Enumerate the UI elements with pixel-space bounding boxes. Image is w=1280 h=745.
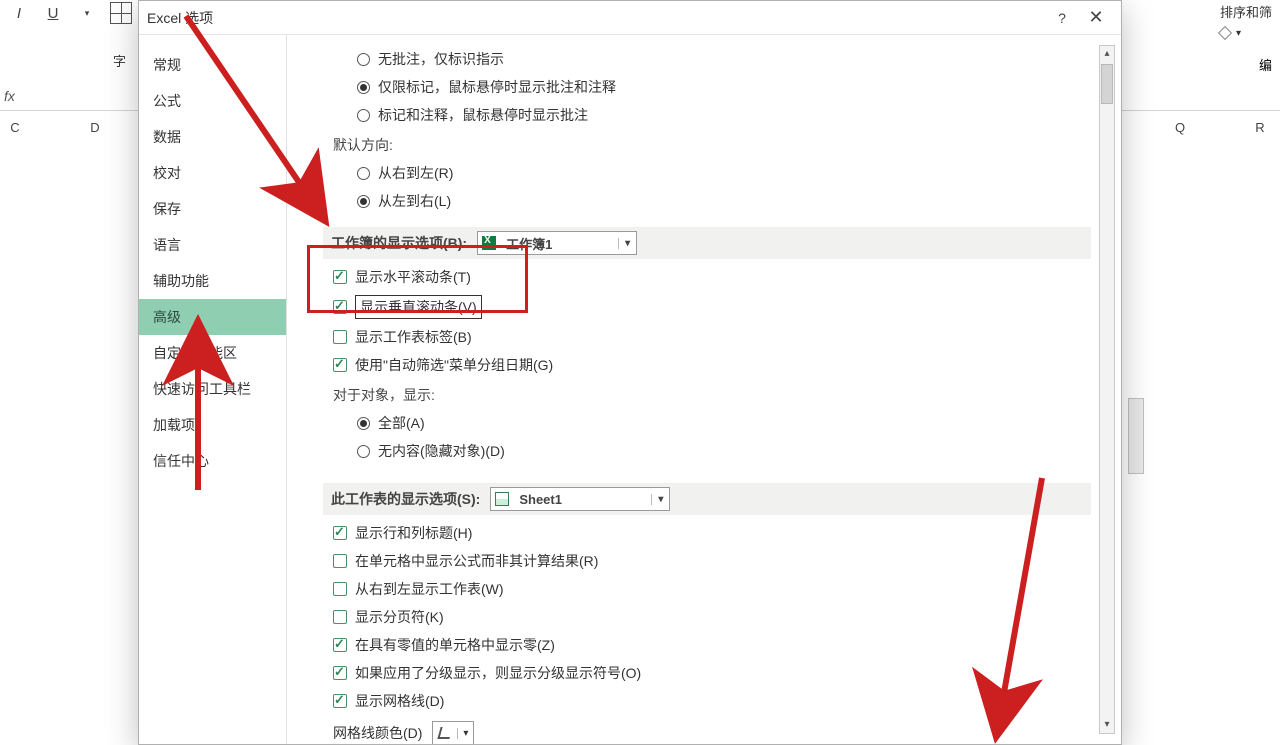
scroll-thumb[interactable] — [1101, 64, 1113, 104]
sidebar-item-data[interactable]: 数据 — [139, 119, 286, 155]
radio-label: 全部(A) — [378, 413, 425, 433]
worksheet-scrollbar-thumb[interactable] — [1128, 398, 1144, 474]
chk-label: 显示水平滚动条(T) — [355, 267, 471, 287]
radio-comments-and-indicators[interactable] — [357, 109, 370, 122]
font-group-label: 字 — [113, 51, 126, 70]
sidebar-item-general[interactable]: 常规 — [139, 47, 286, 83]
sidebar-item-save[interactable]: 保存 — [139, 191, 286, 227]
sidebar-item-advanced[interactable]: 高级 — [139, 299, 286, 335]
close-button[interactable]: ✕ — [1079, 7, 1113, 28]
dropdown-icon[interactable]: ▾ — [618, 238, 636, 249]
chk-label-focused: 显示垂直滚动条(V) — [355, 295, 482, 319]
sidebar-item-trust-center[interactable]: 信任中心 — [139, 443, 286, 479]
chk-row-col-headers[interactable] — [333, 526, 347, 540]
excel-options-dialog: Excel 选项 ? ✕ 常规 公式 数据 校对 保存 语言 辅助功能 高级 自… — [138, 0, 1122, 745]
chk-label: 从右到左显示工作表(W) — [355, 579, 504, 599]
chk-autofilter-group[interactable] — [333, 358, 347, 372]
radio-label: 无批注，仅标识指示 — [378, 49, 504, 69]
scroll-up-icon[interactable]: ▴ — [1100, 46, 1114, 62]
grid-color-label: 网格线颜色(D) — [333, 723, 422, 743]
chk-page-breaks[interactable] — [333, 610, 347, 624]
sheet-display-label: 此工作表的显示选项(S): — [331, 489, 480, 509]
options-sidebar: 常规 公式 数据 校对 保存 语言 辅助功能 高级 自定义功能区 快速访问工具栏… — [139, 35, 287, 744]
excel-icon — [482, 236, 496, 250]
chk-label: 显示分页符(K) — [355, 607, 444, 627]
sidebar-item-accessibility[interactable]: 辅助功能 — [139, 263, 286, 299]
dropdown-icon[interactable]: ▾ — [651, 494, 669, 505]
chk-sheet-tabs[interactable] — [333, 330, 347, 344]
default-direction-label: 默认方向: — [333, 135, 1091, 155]
chk-label: 如果应用了分级显示，则显示分级显示符号(O) — [355, 663, 641, 683]
chk-rtl-sheet[interactable] — [333, 582, 347, 596]
radio-label: 从左到右(L) — [378, 191, 451, 211]
underline-button[interactable]: U — [42, 2, 64, 24]
chk-label: 使用"自动筛选"菜单分组日期(G) — [355, 355, 553, 375]
radio-ltr[interactable] — [357, 195, 370, 208]
chk-label: 显示工作表标签(B) — [355, 327, 472, 347]
borders-button[interactable] — [110, 2, 132, 24]
radio-objects-all[interactable] — [357, 417, 370, 430]
chk-gridlines[interactable] — [333, 694, 347, 708]
sidebar-item-formulas[interactable]: 公式 — [139, 83, 286, 119]
workbook-display-label: 工作簿的显示选项(B): — [331, 233, 467, 253]
italic-button[interactable]: I — [8, 2, 30, 24]
editing-group-label: 编 — [1259, 55, 1272, 74]
sort-filter-button[interactable]: 排序和筛 — [1220, 0, 1272, 22]
sidebar-item-addins[interactable]: 加载项 — [139, 407, 286, 443]
sidebar-item-customize-ribbon[interactable]: 自定义功能区 — [139, 335, 286, 371]
col-header-q[interactable]: Q — [1145, 120, 1215, 135]
col-header-c[interactable]: C — [0, 120, 50, 135]
objects-label: 对于对象，显示: — [333, 385, 1091, 405]
dialog-titlebar: Excel 选项 ? ✕ — [139, 1, 1121, 35]
bucket-icon — [438, 727, 453, 739]
fx-label[interactable]: fx — [4, 88, 15, 104]
grid-color-picker[interactable]: ▾ — [432, 721, 474, 744]
workbook-combo[interactable]: 工作簿1 ▾ — [477, 231, 637, 255]
dialog-title: Excel 选项 — [147, 8, 1045, 28]
chk-show-zero[interactable] — [333, 638, 347, 652]
sidebar-item-proofing[interactable]: 校对 — [139, 155, 286, 191]
radio-objects-none[interactable] — [357, 445, 370, 458]
radio-label: 仅限标记，鼠标悬停时显示批注和注释 — [378, 77, 616, 97]
radio-comments-indicators[interactable] — [357, 81, 370, 94]
chk-vscroll[interactable] — [333, 300, 347, 314]
underline-dropdown-icon[interactable]: ▾ — [76, 2, 98, 24]
radio-label: 标记和注释，鼠标悬停时显示批注 — [378, 105, 588, 125]
chk-label: 在具有零值的单元格中显示零(Z) — [355, 635, 555, 655]
chk-hscroll[interactable] — [333, 270, 347, 284]
radio-label: 无内容(隐藏对象)(D) — [378, 441, 505, 461]
radio-rtl[interactable] — [357, 167, 370, 180]
col-header-r[interactable]: R — [1225, 120, 1280, 135]
col-header-d[interactable]: D — [60, 120, 130, 135]
sheet-icon — [495, 492, 509, 506]
chk-label: 显示网格线(D) — [355, 691, 444, 711]
radio-label: 从右到左(R) — [378, 163, 453, 183]
sidebar-item-language[interactable]: 语言 — [139, 227, 286, 263]
panel-scrollbar[interactable]: ▴ ▾ — [1099, 45, 1115, 734]
sheet-combo[interactable]: Sheet1 ▾ — [490, 487, 670, 511]
chk-show-formulas[interactable] — [333, 554, 347, 568]
dropdown-icon[interactable]: ▾ — [457, 728, 473, 739]
help-button[interactable]: ? — [1045, 10, 1079, 26]
scroll-down-icon[interactable]: ▾ — [1100, 717, 1114, 733]
sidebar-item-quick-access[interactable]: 快速访问工具栏 — [139, 371, 286, 407]
radio-comments-none[interactable] — [357, 53, 370, 66]
chk-label: 在单元格中显示公式而非其计算结果(R) — [355, 551, 598, 571]
chk-outline-symbols[interactable] — [333, 666, 347, 680]
chk-label: 显示行和列标题(H) — [355, 523, 472, 543]
clear-icon[interactable] — [1218, 26, 1232, 40]
options-panel: 无批注，仅标识指示 仅限标记，鼠标悬停时显示批注和注释 标记和注释，鼠标悬停时显… — [305, 45, 1091, 744]
